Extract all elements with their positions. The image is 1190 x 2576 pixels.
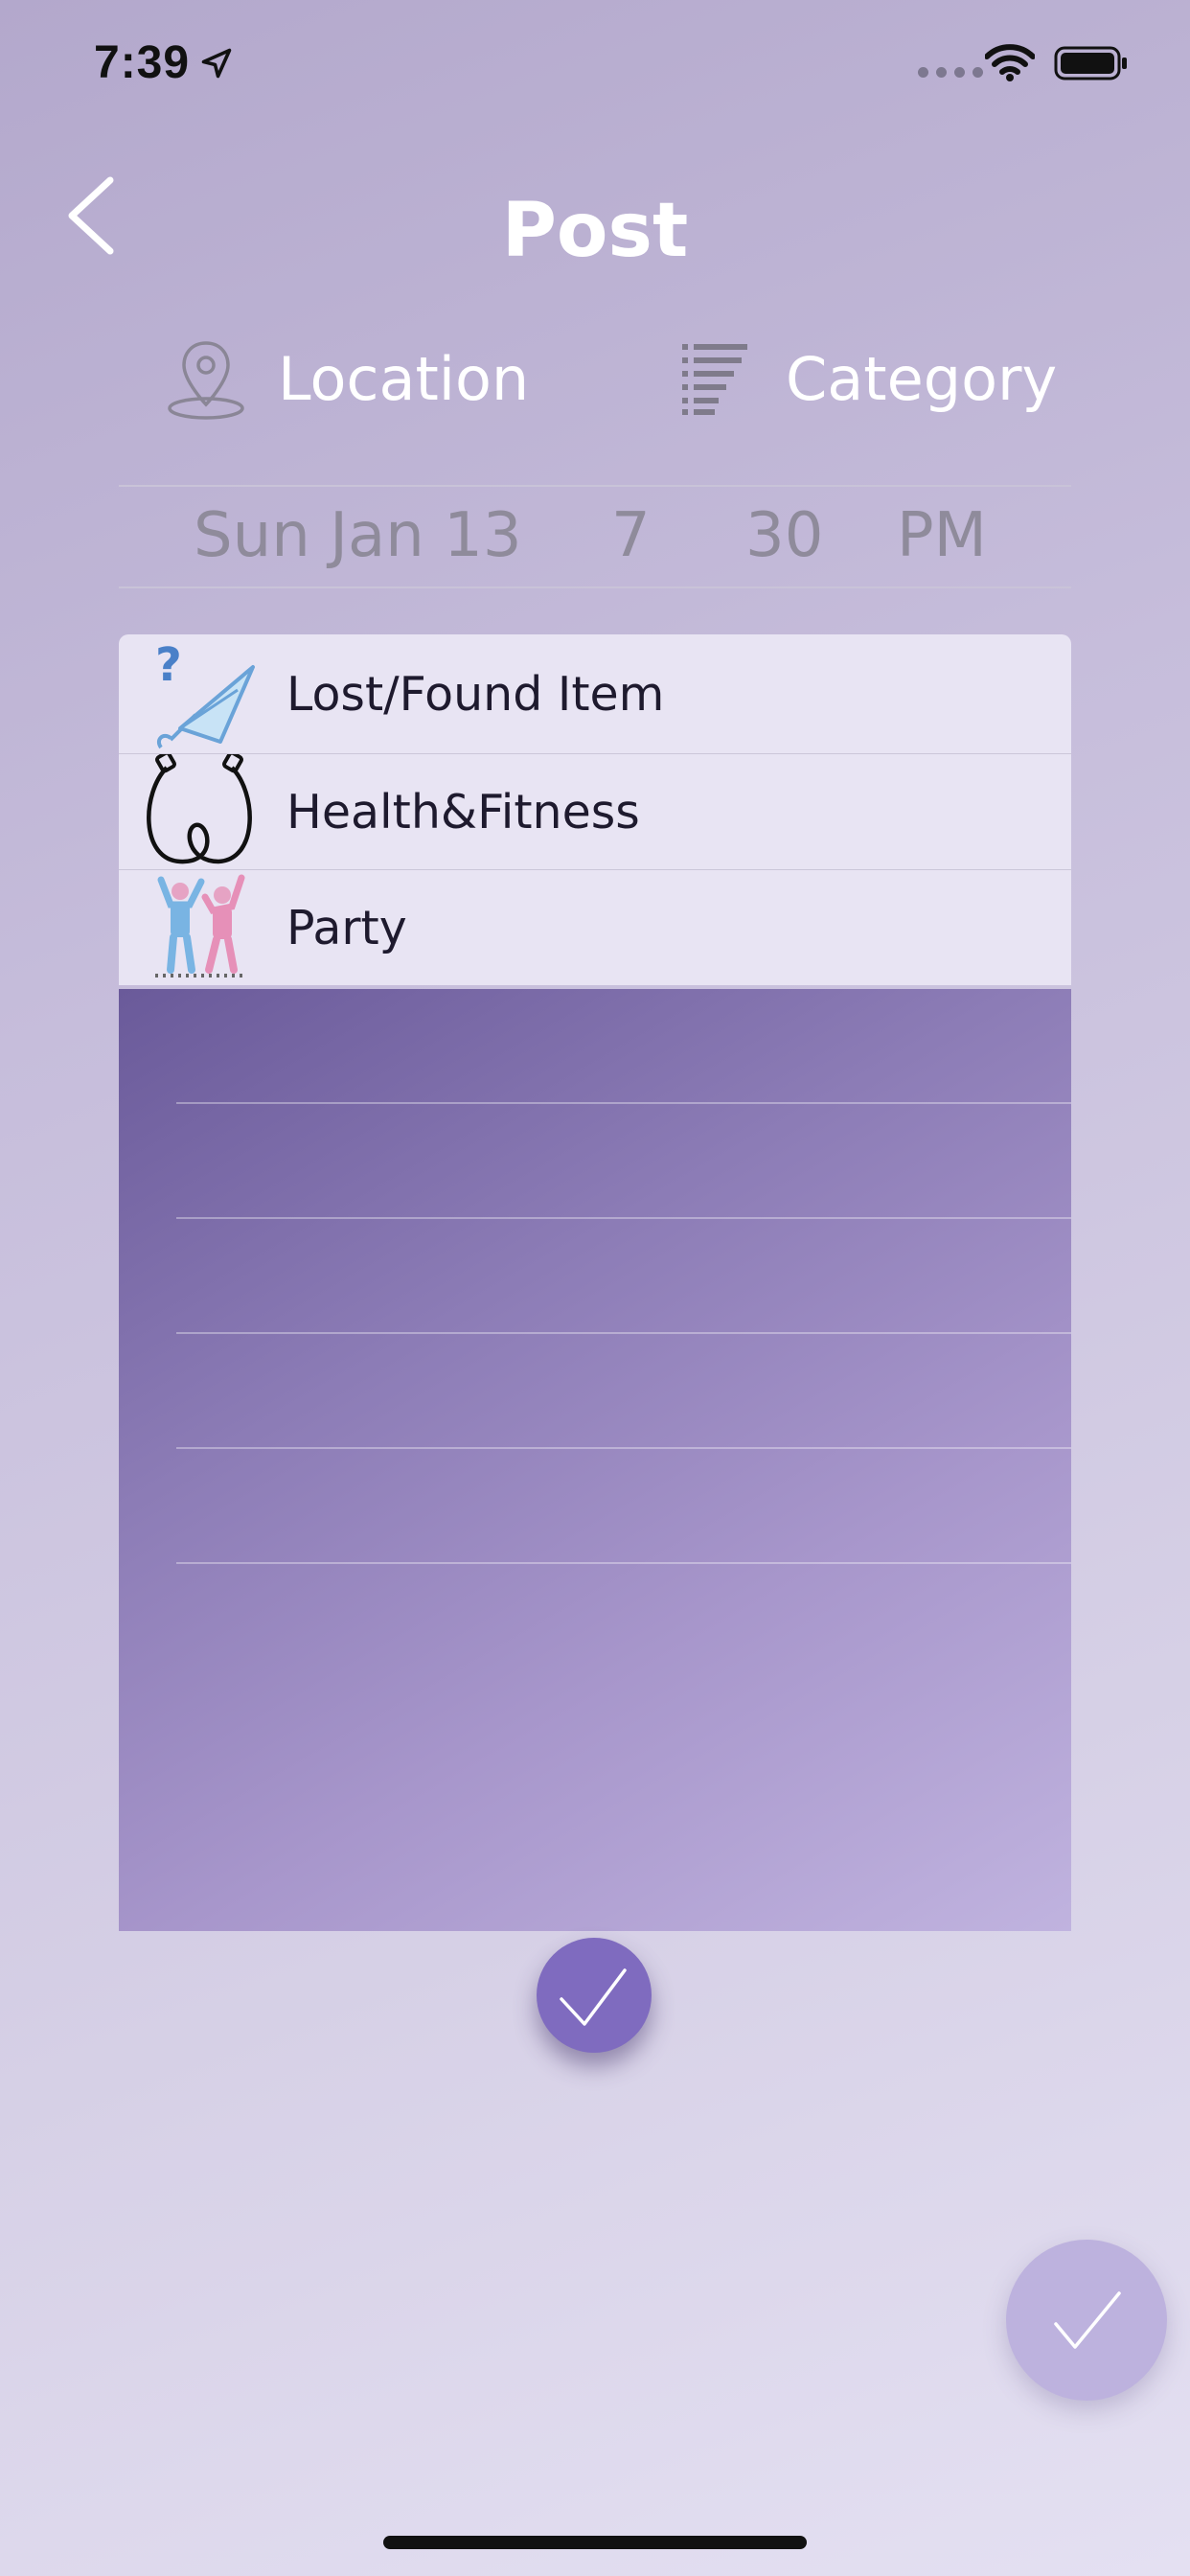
category-item-lost-found[interactable]: ? Lost/Found Item bbox=[119, 634, 1071, 753]
list-separator bbox=[176, 1332, 1071, 1334]
category-label-health-fitness: Health&Fitness bbox=[286, 784, 640, 840]
list-separator bbox=[176, 1447, 1071, 1449]
location-label: Location bbox=[278, 343, 530, 414]
cellular-signal-icon bbox=[918, 67, 983, 78]
jump-rope-icon bbox=[147, 754, 252, 864]
list-filter-icon bbox=[682, 344, 747, 415]
category-item-party[interactable]: Party bbox=[119, 869, 1071, 985]
category-label-party: Party bbox=[286, 900, 407, 955]
category-label: Category bbox=[786, 343, 1058, 414]
location-button[interactable]: Location bbox=[163, 335, 529, 422]
location-arrow-icon bbox=[201, 48, 232, 79]
battery-icon bbox=[1054, 46, 1127, 80]
picker-date[interactable]: Sun Jan 13 bbox=[194, 500, 522, 571]
dancing-people-icon bbox=[155, 874, 245, 978]
picker-minute[interactable]: 30 bbox=[745, 500, 823, 571]
wifi-icon bbox=[985, 44, 1035, 81]
category-dropdown: ? Lost/Found Item Health&Fitness Party bbox=[119, 634, 1071, 1931]
page-title: Post bbox=[501, 188, 689, 274]
status-time: 7:39 bbox=[94, 37, 191, 88]
svg-text:?: ? bbox=[155, 640, 182, 692]
home-indicator bbox=[383, 2536, 807, 2549]
checkmark-icon bbox=[560, 1968, 627, 2026]
category-list: ? Lost/Found Item Health&Fitness Party bbox=[119, 634, 1071, 985]
list-separator bbox=[176, 1217, 1071, 1219]
map-pin-icon bbox=[168, 341, 244, 420]
confirm-category-button[interactable] bbox=[537, 1938, 652, 2053]
category-item-health-fitness[interactable]: Health&Fitness bbox=[119, 753, 1071, 869]
picker-meridiem[interactable]: PM bbox=[897, 500, 987, 571]
date-time-picker[interactable]: Sun Jan 13 7 30 PM bbox=[119, 485, 1071, 588]
category-button[interactable]: Category bbox=[680, 335, 1057, 422]
umbrella-question-icon: ? bbox=[155, 640, 255, 749]
checkmark-icon bbox=[1054, 2291, 1121, 2349]
list-separator bbox=[176, 1102, 1071, 1104]
list-separator bbox=[176, 1562, 1071, 1564]
post-done-button[interactable] bbox=[1006, 2240, 1167, 2401]
dropdown-empty-area bbox=[119, 989, 1071, 1931]
picker-hour[interactable]: 7 bbox=[611, 500, 651, 571]
category-label-lost-found: Lost/Found Item bbox=[286, 666, 665, 722]
